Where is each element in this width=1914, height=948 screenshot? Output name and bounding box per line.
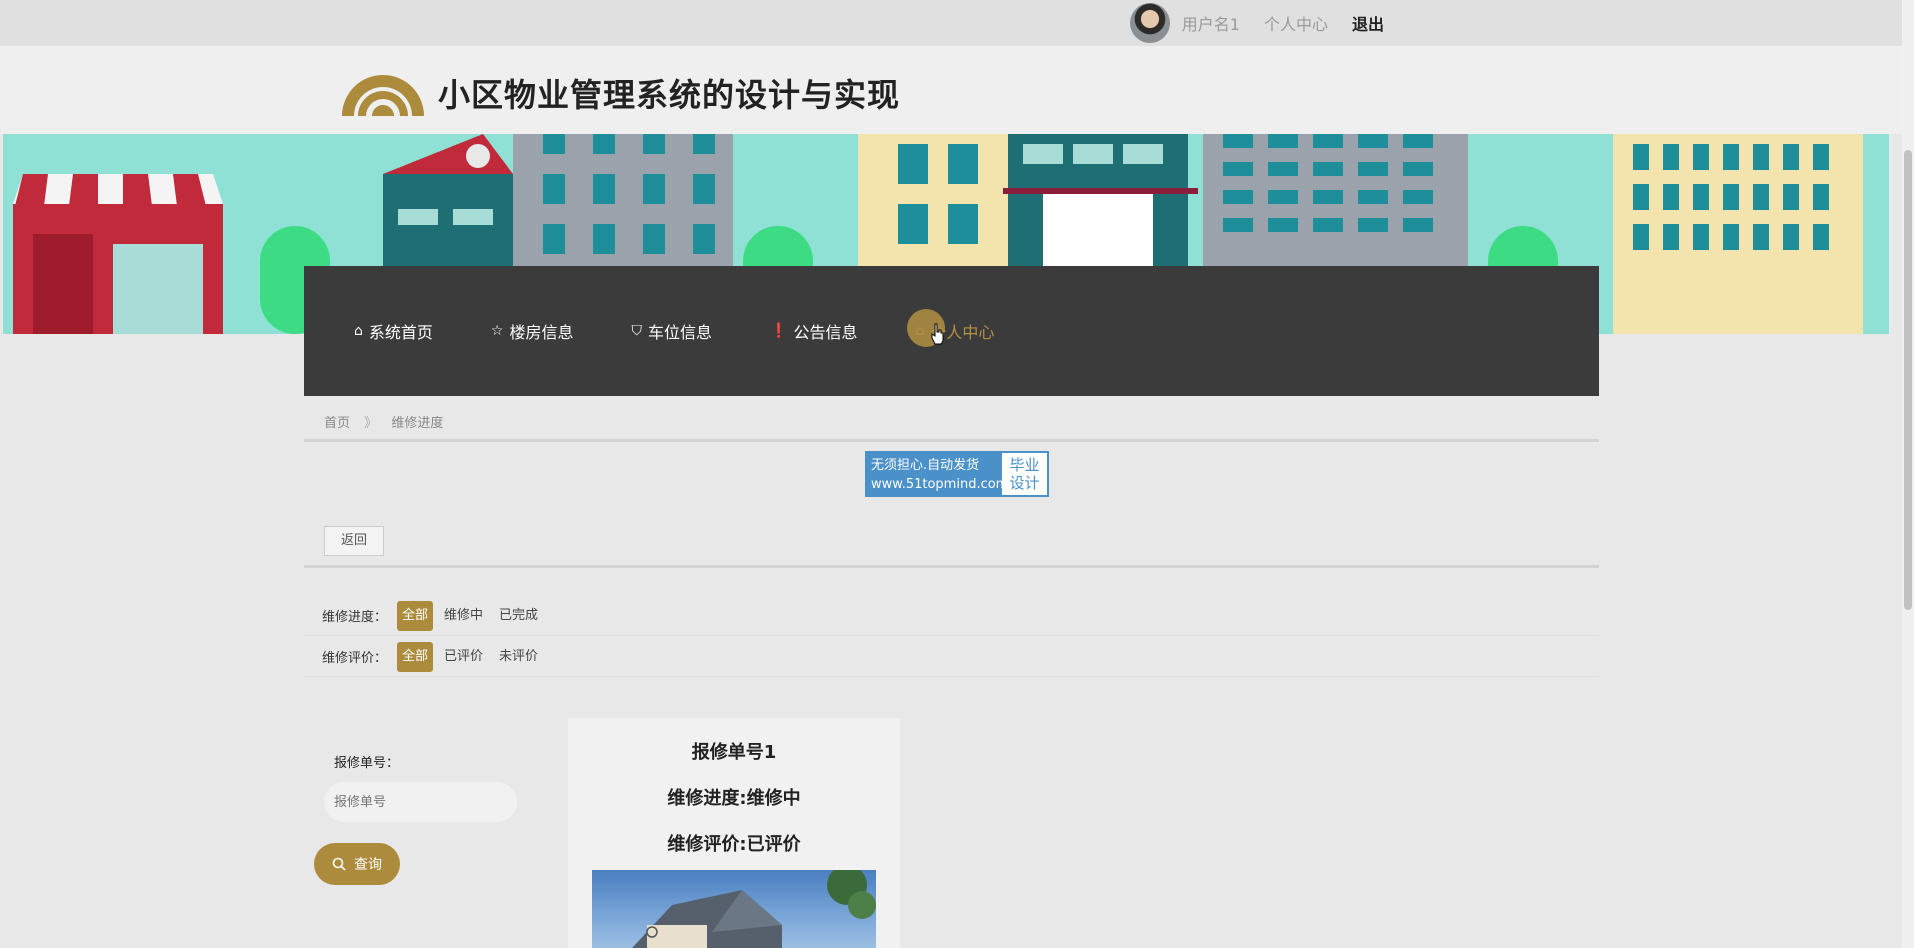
ad-right1: 毕业 — [1002, 456, 1047, 474]
avatar[interactable] — [1130, 3, 1170, 43]
home-icon: ⌂ — [354, 323, 363, 339]
logout-link[interactable]: 退出 — [1352, 11, 1384, 35]
nav-item-home[interactable]: ⌂ 系统首页 — [354, 319, 433, 343]
back-button[interactable]: 返回 — [324, 526, 384, 556]
site-logo — [338, 62, 428, 118]
ad-right2: 设计 — [1002, 474, 1047, 492]
home-icon: ⌂ — [915, 323, 924, 339]
card-title: 报修单号1 — [568, 738, 900, 764]
search-button-label: 查询 — [354, 854, 382, 874]
hand-cursor-icon — [931, 323, 945, 345]
filter-evaluation-rated[interactable]: 已评价 — [439, 642, 488, 672]
card-progress: 维修进度:维修中 — [568, 784, 900, 810]
breadcrumb: 首页 》 维修进度 — [304, 410, 1599, 442]
repair-card[interactable]: 报修单号1 维修进度:维修中 维修评价:已评价 — [568, 718, 900, 948]
bag-icon: ⛉ — [631, 323, 642, 339]
site-title: 小区物业管理系统的设计与实现 — [438, 70, 900, 116]
filter-evaluation-unrated[interactable]: 未评价 — [494, 642, 543, 672]
main-nav: ⌂ 系统首页 ☆ 楼房信息 ⛉ 车位信息 ❗ 公告信息 ⌂ 个人中心 — [304, 266, 1599, 396]
nav-item-label: 公告信息 — [793, 319, 857, 343]
filter-progress-repairing[interactable]: 维修中 — [439, 601, 488, 631]
alert-icon: ❗ — [770, 323, 787, 339]
username-link[interactable]: 用户名1 — [1182, 11, 1240, 35]
ad-banner[interactable]: 无须担心.自动发货 www.51topmind.com 毕业 设计 — [865, 451, 1049, 497]
card-evaluation: 维修评价:已评价 — [568, 830, 900, 856]
nav-item-label: 楼房信息 — [509, 319, 573, 343]
back-section: 返回 — [304, 524, 1599, 568]
ad-badge: 毕业 设计 — [1002, 453, 1047, 495]
nav-item-label: 车位信息 — [648, 319, 712, 343]
filter-evaluation: 维修评价： 全部 已评价 未评价 — [304, 637, 1599, 677]
user-area: 用户名1 个人中心 退出 — [1130, 4, 1384, 42]
card-image — [592, 870, 876, 948]
nav-item-announcements[interactable]: ❗ 公告信息 — [770, 319, 857, 343]
scrollbar-thumb[interactable] — [1904, 150, 1912, 610]
page-scrollbar[interactable] — [1902, 0, 1914, 948]
star-icon: ☆ — [491, 323, 504, 339]
filter-progress-label: 维修进度： — [322, 606, 387, 625]
nav-item-parking[interactable]: ⛉ 车位信息 — [631, 319, 712, 343]
top-bar: 用户名1 个人中心 退出 — [0, 0, 1902, 46]
breadcrumb-separator: 》 — [364, 416, 377, 431]
breadcrumb-current: 维修进度 — [391, 416, 443, 431]
search-icon — [332, 857, 346, 871]
filter-evaluation-label: 维修评价： — [322, 647, 387, 666]
search-button[interactable]: 查询 — [314, 843, 400, 885]
filter-progress-all[interactable]: 全部 — [397, 601, 433, 631]
nav-item-buildings[interactable]: ☆ 楼房信息 — [491, 319, 574, 343]
filter-progress: 维修进度： 全部 维修中 已完成 — [304, 596, 1599, 636]
filter-progress-done[interactable]: 已完成 — [494, 601, 543, 631]
search-label: 报修单号： — [334, 752, 399, 771]
ad-url: www.51topmind.com — [871, 475, 998, 494]
breadcrumb-home[interactable]: 首页 — [324, 416, 350, 431]
nav-item-personal-center[interactable]: ⌂ 个人中心 — [915, 319, 994, 343]
ad-text: 无须担心.自动发货 www.51topmind.com — [867, 453, 1002, 495]
nav-item-label: 系统首页 — [369, 319, 433, 343]
ad-line1: 无须担心.自动发货 — [871, 456, 998, 475]
personal-center-link[interactable]: 个人中心 — [1264, 11, 1328, 35]
site-header: 小区物业管理系统的设计与实现 — [0, 46, 1902, 134]
filter-evaluation-all[interactable]: 全部 — [397, 642, 433, 672]
search-input[interactable] — [324, 782, 517, 822]
